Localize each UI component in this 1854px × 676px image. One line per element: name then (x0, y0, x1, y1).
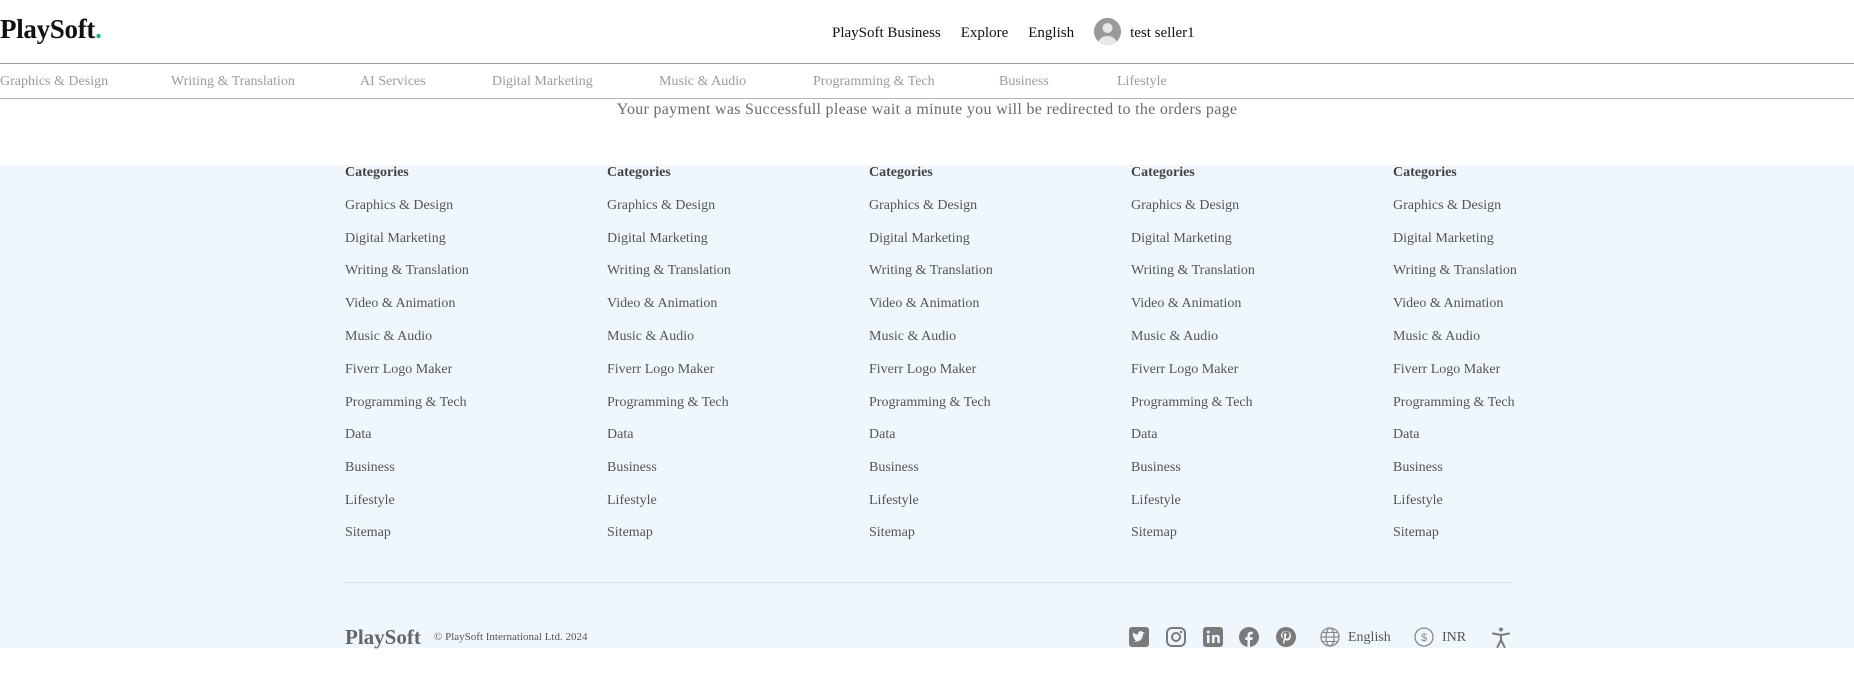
footer-link[interactable]: Lifestyle (1131, 493, 1181, 509)
footer-link[interactable]: Writing & Translation (345, 263, 469, 279)
user-menu[interactable]: test seller1 (1094, 18, 1195, 45)
footer-link[interactable]: Data (607, 427, 633, 443)
footer-link[interactable]: Digital Marketing (1393, 231, 1494, 247)
category-programming-tech[interactable]: Programming & Tech (813, 74, 935, 90)
footer-link[interactable]: Data (1393, 427, 1419, 443)
footer-link[interactable]: Writing & Translation (869, 263, 993, 279)
accessibility-icon[interactable] (1490, 626, 1512, 648)
footer-currency[interactable]: INR (1442, 630, 1466, 646)
footer-link[interactable]: Graphics & Design (607, 198, 715, 214)
footer-link[interactable]: Fiverr Logo Maker (869, 362, 976, 378)
footer: Categories Graphics & Design Digital Marke… (0, 165, 1854, 650)
footer-link[interactable]: Fiverr Logo Maker (345, 362, 452, 378)
category-digital-marketing[interactable]: Digital Marketing (492, 74, 593, 90)
user-icon (1094, 18, 1122, 45)
footer-logo[interactable]: PlaySoft (345, 625, 421, 650)
footer-column-title: Categories (1393, 165, 1457, 180)
footer-link[interactable]: Lifestyle (869, 493, 919, 509)
footer-link[interactable]: Sitemap (607, 525, 653, 541)
footer-link[interactable]: Data (869, 427, 895, 443)
footer-link[interactable]: Sitemap (345, 525, 391, 541)
footer-link[interactable]: Fiverr Logo Maker (1131, 362, 1238, 378)
top-nav: PlaySoft Business Explore English test s… (832, 18, 1195, 45)
nav-language[interactable]: English (1028, 25, 1074, 42)
footer-link[interactable]: Digital Marketing (1131, 231, 1232, 247)
footer-link[interactable]: Video & Animation (345, 296, 455, 312)
footer-link[interactable]: Programming & Tech (345, 395, 467, 411)
footer-link[interactable]: Data (1131, 427, 1157, 443)
footer-link[interactable]: Programming & Tech (1393, 395, 1515, 411)
username: test seller1 (1130, 24, 1195, 41)
footer-link[interactable]: Business (869, 460, 919, 476)
footer-column-title: Categories (869, 165, 933, 180)
footer-link[interactable]: Lifestyle (345, 493, 395, 509)
footer-link[interactable]: Programming & Tech (869, 395, 991, 411)
category-graphics-design[interactable]: Graphics & Design (0, 74, 108, 90)
footer-link[interactable]: Music & Audio (345, 329, 432, 345)
footer-link[interactable]: Data (345, 427, 371, 443)
footer-link[interactable]: Writing & Translation (1393, 263, 1517, 279)
category-bar: Graphics & Design Writing & Translation … (0, 64, 1854, 98)
footer-link[interactable]: Graphics & Design (1131, 198, 1239, 214)
footer-link[interactable]: Sitemap (869, 525, 915, 541)
linkedin-icon[interactable] (1202, 626, 1224, 648)
footer-link[interactable]: Programming & Tech (607, 395, 729, 411)
svg-text:$: $ (1421, 632, 1427, 644)
footer-link[interactable]: Music & Audio (869, 329, 956, 345)
category-business[interactable]: Business (999, 74, 1049, 90)
footer-link[interactable]: Sitemap (1393, 525, 1439, 541)
footer-link[interactable]: Fiverr Logo Maker (607, 362, 714, 378)
footer-column-title: Categories (1131, 165, 1195, 180)
globe-icon (1320, 627, 1340, 647)
footer-link[interactable]: Graphics & Design (345, 198, 453, 214)
footer-column-title: Categories (345, 165, 409, 180)
pinterest-icon[interactable] (1275, 626, 1297, 648)
instagram-icon[interactable] (1165, 626, 1187, 648)
footer-link[interactable]: Video & Animation (1393, 296, 1503, 312)
logo-dot: . (95, 14, 102, 44)
footer-link[interactable]: Video & Animation (869, 296, 979, 312)
copyright: © PlaySoft International Ltd. 2024 (434, 631, 588, 643)
footer-link[interactable]: Digital Marketing (869, 231, 970, 247)
footer-language[interactable]: English (1348, 630, 1391, 646)
footer-link[interactable]: Writing & Translation (1131, 263, 1255, 279)
footer-column-title: Categories (607, 165, 671, 180)
footer-link[interactable]: Graphics & Design (1393, 198, 1501, 214)
category-music-audio[interactable]: Music & Audio (659, 74, 746, 90)
category-ai-services[interactable]: AI Services (360, 74, 426, 90)
footer-link[interactable]: Music & Audio (1393, 329, 1480, 345)
nav-explore[interactable]: Explore (961, 25, 1008, 42)
category-divider (0, 98, 1854, 99)
footer-link[interactable]: Lifestyle (1393, 493, 1443, 509)
footer-link[interactable]: Lifestyle (607, 493, 657, 509)
footer-link[interactable]: Business (607, 460, 657, 476)
footer-divider (345, 582, 1512, 583)
category-lifestyle[interactable]: Lifestyle (1117, 74, 1167, 90)
footer-link[interactable]: Digital Marketing (607, 231, 708, 247)
footer-link[interactable]: Fiverr Logo Maker (1393, 362, 1500, 378)
logo[interactable]: PlaySoft. (0, 14, 102, 45)
footer-link[interactable]: Sitemap (1131, 525, 1177, 541)
footer-link[interactable]: Digital Marketing (345, 231, 446, 247)
header: PlaySoft. PlaySoft Business Explore Engl… (0, 0, 1854, 63)
avatar (1094, 18, 1122, 45)
currency-icon: $ (1414, 627, 1434, 647)
footer-link[interactable]: Video & Animation (607, 296, 717, 312)
twitter-icon[interactable] (1128, 626, 1150, 648)
footer-link[interactable]: Music & Audio (1131, 329, 1218, 345)
footer-link[interactable]: Writing & Translation (607, 263, 731, 279)
logo-text: PlaySoft (0, 14, 96, 44)
payment-success-message: Your payment was Successfull please wait… (616, 101, 1238, 118)
footer-link[interactable]: Music & Audio (607, 329, 694, 345)
category-writing-translation[interactable]: Writing & Translation (171, 74, 295, 90)
footer-link[interactable]: Business (1393, 460, 1443, 476)
footer-link[interactable]: Programming & Tech (1131, 395, 1253, 411)
footer-link[interactable]: Business (1131, 460, 1181, 476)
footer-link[interactable]: Video & Animation (1131, 296, 1241, 312)
footer-link[interactable]: Business (345, 460, 395, 476)
facebook-icon[interactable] (1238, 626, 1260, 648)
nav-playsoft-business[interactable]: PlaySoft Business (832, 25, 941, 42)
footer-link[interactable]: Graphics & Design (869, 198, 977, 214)
